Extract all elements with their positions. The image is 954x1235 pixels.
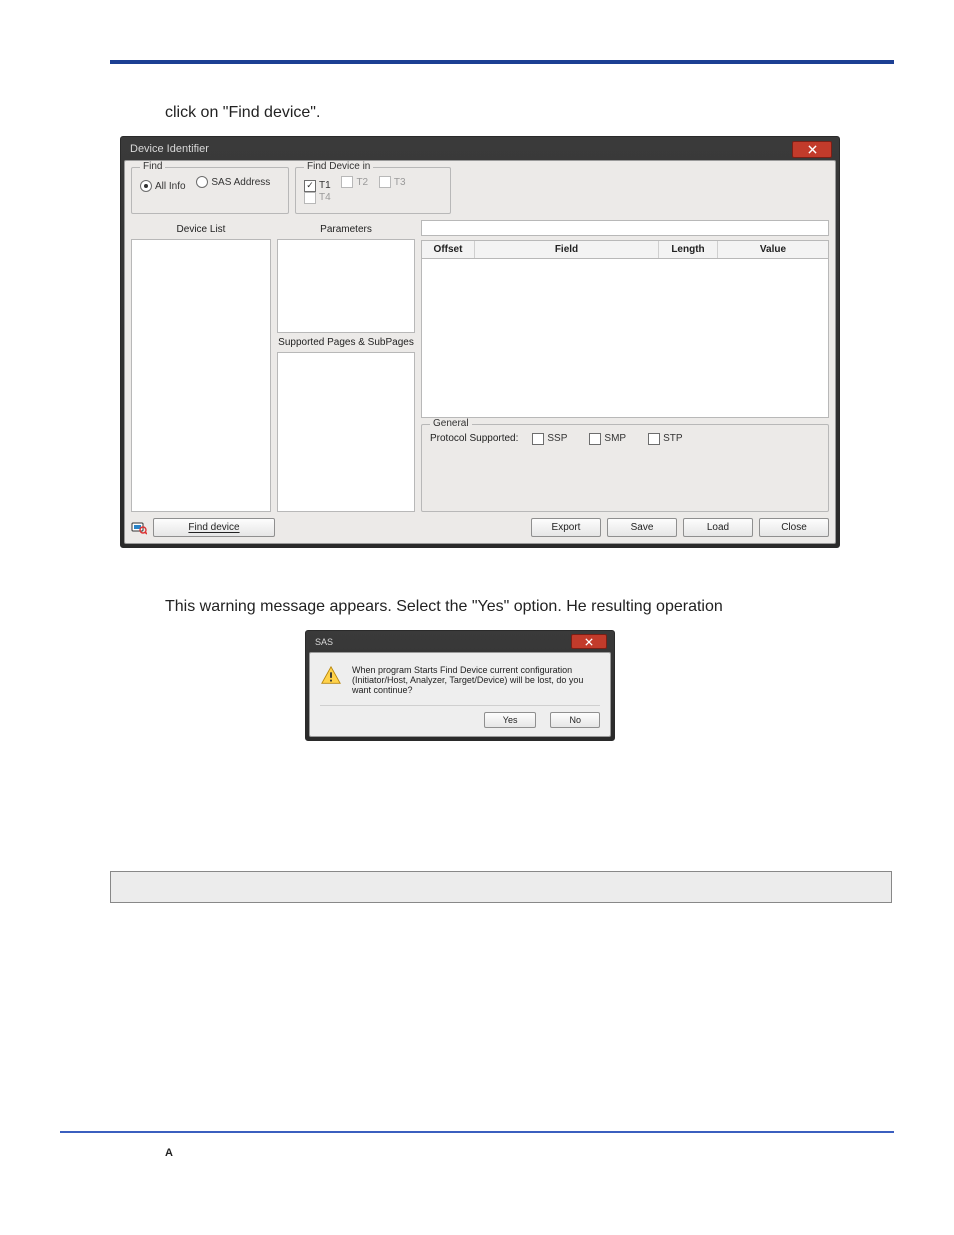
col-length: Length: [659, 241, 718, 258]
dialog-titlebar: Device Identifier: [124, 140, 836, 160]
supported-pages-header: Supported Pages & SubPages: [277, 333, 415, 352]
warning-icon: [320, 665, 342, 687]
save-button[interactable]: Save: [607, 518, 677, 537]
protocol-supported-label: Protocol Supported:: [430, 433, 518, 444]
col-offset: Offset: [422, 241, 475, 258]
checkbox-ssp-label: SSP: [547, 433, 567, 444]
yes-button[interactable]: Yes: [484, 712, 537, 728]
warning-dialog: SAS When program Starts Find Device curr…: [305, 630, 615, 741]
warning-message: When program Starts Find Device current …: [352, 665, 600, 695]
find-device-icon: [131, 519, 147, 535]
checkbox-t1[interactable]: ✓T1: [304, 180, 331, 192]
checkbox-t3-label: T3: [394, 177, 406, 188]
radio-all-info-label: All Info: [155, 181, 186, 192]
col-value: Value: [718, 241, 828, 258]
checkbox-stp[interactable]: STP: [648, 433, 682, 445]
checkbox-smp-label: SMP: [604, 433, 626, 444]
close-button[interactable]: Close: [759, 518, 829, 537]
device-list-box[interactable]: [131, 239, 271, 512]
checkbox-t4-label: T4: [319, 192, 331, 203]
device-identifier-dialog: Device Identifier Find All Info SAS Addr…: [120, 136, 840, 548]
dialog-title: Device Identifier: [130, 143, 209, 155]
warning-title: SAS: [315, 637, 333, 647]
checkbox-t2-label: T2: [356, 177, 368, 188]
parameters-box[interactable]: [277, 239, 415, 333]
radio-sas-address[interactable]: SAS Address: [196, 176, 270, 188]
close-icon[interactable]: [792, 141, 832, 158]
empty-table-placeholder: [110, 871, 892, 903]
no-button[interactable]: No: [550, 712, 600, 728]
instruction-text-2: This warning message appears. Select the…: [165, 598, 894, 616]
radio-all-info[interactable]: All Info: [140, 180, 186, 192]
right-top-strip: [421, 220, 829, 236]
checkbox-ssp[interactable]: SSP: [532, 433, 567, 445]
warning-titlebar: SAS: [309, 634, 611, 652]
checkbox-smp[interactable]: SMP: [589, 433, 626, 445]
supported-pages-box[interactable]: [277, 352, 415, 512]
device-list-header: Device List: [131, 220, 271, 239]
general-groupbox: General Protocol Supported: SSP SMP STP: [421, 424, 829, 512]
checkbox-stp-label: STP: [663, 433, 682, 444]
find-group-label: Find: [140, 161, 165, 172]
page-footer-letter: A: [165, 1147, 173, 1159]
page-bottom-rule: [60, 1131, 894, 1133]
general-group-label: General: [430, 418, 472, 429]
warning-close-icon[interactable]: [571, 634, 607, 649]
instruction-text-1: click on "Find device".: [165, 104, 894, 122]
find-device-button[interactable]: Find device: [153, 518, 275, 537]
find-device-in-label: Find Device in: [304, 161, 373, 172]
data-table-body[interactable]: [421, 259, 829, 418]
export-button[interactable]: Export: [531, 518, 601, 537]
load-button[interactable]: Load: [683, 518, 753, 537]
col-field: Field: [475, 241, 659, 258]
checkbox-t4: T4: [304, 192, 331, 204]
checkbox-t2: T2: [341, 176, 368, 188]
parameters-header: Parameters: [277, 220, 415, 239]
radio-sas-address-label: SAS Address: [211, 177, 270, 188]
page-top-rule: [110, 60, 894, 64]
checkbox-t1-label: T1: [319, 180, 331, 191]
data-table-header: Offset Field Length Value: [421, 240, 829, 259]
find-groupbox: Find All Info SAS Address: [131, 167, 289, 214]
checkbox-t3: T3: [379, 176, 406, 188]
find-device-in-groupbox: Find Device in ✓T1 T2 T3 T4: [295, 167, 451, 214]
